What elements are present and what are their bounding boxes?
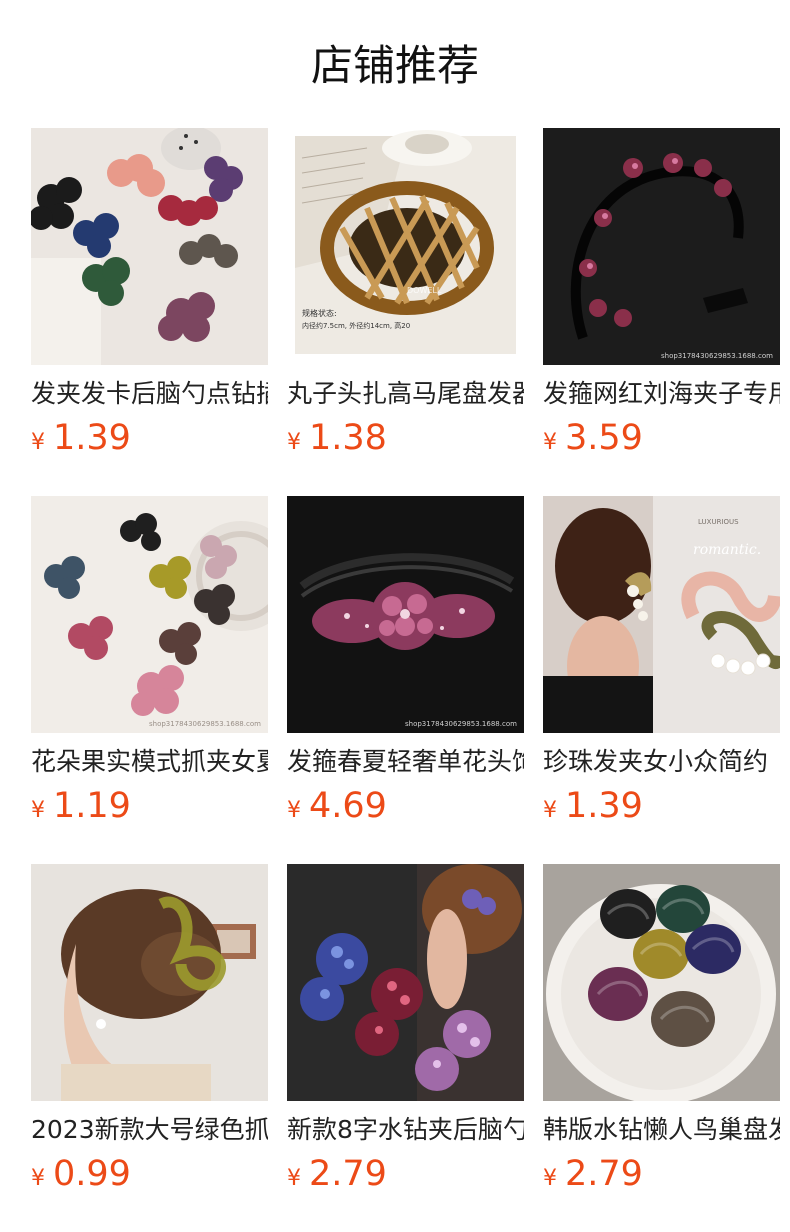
product-image-rhinestone-8-clips[interactable] bbox=[287, 864, 524, 1101]
product-card[interactable]: LUXURIOUS romantic. 珍珠发夹女小众简约 ¥1.39 bbox=[543, 496, 780, 826]
currency-symbol: ¥ bbox=[287, 1166, 301, 1191]
currency-symbol: ¥ bbox=[31, 1166, 45, 1191]
product-card[interactable]: shop3178430629853.1688.com 发箍春夏轻奢单花头饰 ¥4… bbox=[287, 496, 524, 826]
product-price: ¥1.38 bbox=[287, 417, 387, 459]
product-name[interactable]: 发箍网红刘海夹子专用 bbox=[543, 376, 780, 412]
product-card[interactable]: shop3178430629853.1688.com 发箍网红刘海夹子专用 ¥3… bbox=[543, 128, 780, 458]
product-name[interactable]: 发夹发卡后脑勺点钻插梳 bbox=[31, 376, 268, 412]
price-value: 1.39 bbox=[565, 786, 643, 826]
product-card[interactable]: shop3178430629853.1688.com 花朵果实模式抓夹女夏 ¥1… bbox=[31, 496, 268, 826]
product-card[interactable]: 2023新款大号绿色抓夹 ¥0.99 bbox=[31, 864, 268, 1194]
product-image-bird-nest-clips[interactable] bbox=[543, 864, 780, 1101]
svg-text:shop3178430629853.1688.com: shop3178430629853.1688.com bbox=[149, 720, 261, 728]
svg-text:LUXURIOUS: LUXURIOUS bbox=[698, 518, 739, 526]
price-value: 1.38 bbox=[309, 418, 387, 458]
product-card[interactable]: 新款8字水钻夹后脑勺 ¥2.79 bbox=[287, 864, 524, 1194]
price-value: 2.79 bbox=[565, 1154, 643, 1194]
page-header: 店铺推荐 bbox=[0, 0, 790, 128]
page-title: 店铺推荐 bbox=[310, 41, 479, 90]
product-price: ¥4.69 bbox=[287, 785, 387, 827]
product-image-green-claw-clip[interactable] bbox=[31, 864, 268, 1101]
product-name[interactable]: 丸子头扎高马尾盘发器 bbox=[287, 376, 524, 412]
product-price: ¥1.39 bbox=[543, 785, 643, 827]
product-name[interactable]: 发箍春夏轻奢单花头饰 bbox=[287, 744, 524, 780]
currency-symbol: ¥ bbox=[31, 430, 45, 455]
price-value: 0.99 bbox=[53, 1154, 131, 1194]
product-image-pearl-claw-clips[interactable]: LUXURIOUS romantic. bbox=[543, 496, 780, 733]
svg-text:内径约7.5cm, 外径约14cm, 高20: 内径约7.5cm, 外径约14cm, 高20 bbox=[302, 321, 410, 330]
product-name[interactable]: 新款8字水钻夹后脑勺 bbox=[287, 1112, 524, 1148]
currency-symbol: ¥ bbox=[543, 1166, 557, 1191]
price-value: 1.39 bbox=[53, 418, 131, 458]
product-image-matte-flower-clips[interactable]: shop3178430629853.1688.com bbox=[31, 496, 268, 733]
currency-symbol: ¥ bbox=[543, 798, 557, 823]
product-name[interactable]: 珍珠发夹女小众简约 bbox=[543, 744, 780, 780]
product-price: ¥1.19 bbox=[31, 785, 131, 827]
price-value: 1.19 bbox=[53, 786, 131, 826]
currency-symbol: ¥ bbox=[287, 430, 301, 455]
product-price: ¥1.39 bbox=[31, 417, 131, 459]
product-price: ¥3.59 bbox=[543, 417, 643, 459]
svg-text:DOWELL: DOWELL bbox=[407, 286, 442, 295]
product-card[interactable]: 发夹发卡后脑勺点钻插梳 ¥1.39 bbox=[31, 128, 268, 458]
svg-text:shop3178430629853.1688.com: shop3178430629853.1688.com bbox=[405, 720, 517, 728]
product-image-flower-clips[interactable] bbox=[31, 128, 268, 365]
product-card[interactable]: 韩版水钻懒人鸟巢盘发 ¥2.79 bbox=[543, 864, 780, 1194]
product-price: ¥2.79 bbox=[543, 1153, 643, 1195]
product-name[interactable]: 韩版水钻懒人鸟巢盘发 bbox=[543, 1112, 780, 1148]
price-value: 4.69 bbox=[309, 786, 387, 826]
currency-symbol: ¥ bbox=[543, 430, 557, 455]
product-price: ¥2.79 bbox=[287, 1153, 387, 1195]
svg-text:规格状态:: 规格状态: bbox=[302, 308, 337, 318]
price-value: 3.59 bbox=[565, 418, 643, 458]
currency-symbol: ¥ bbox=[287, 798, 301, 823]
product-name[interactable]: 花朵果实模式抓夹女夏 bbox=[31, 744, 268, 780]
currency-symbol: ¥ bbox=[31, 798, 45, 823]
svg-text:romantic.: romantic. bbox=[693, 542, 761, 558]
price-value: 2.79 bbox=[309, 1154, 387, 1194]
product-card[interactable]: 规格状态: 内径约7.5cm, 外径约14cm, 高20 DOWELL 丸子头扎… bbox=[287, 128, 524, 458]
product-image-bun-maker[interactable]: 规格状态: 内径约7.5cm, 外径约14cm, 高20 DOWELL bbox=[287, 128, 524, 365]
product-image-rhinestone-headband[interactable]: shop3178430629853.1688.com bbox=[543, 128, 780, 365]
product-name[interactable]: 2023新款大号绿色抓夹 bbox=[31, 1112, 268, 1148]
product-price: ¥0.99 bbox=[31, 1153, 131, 1195]
svg-text:shop3178430629853.1688.com: shop3178430629853.1688.com bbox=[661, 352, 773, 360]
product-image-crystal-headband[interactable]: shop3178430629853.1688.com bbox=[287, 496, 524, 733]
